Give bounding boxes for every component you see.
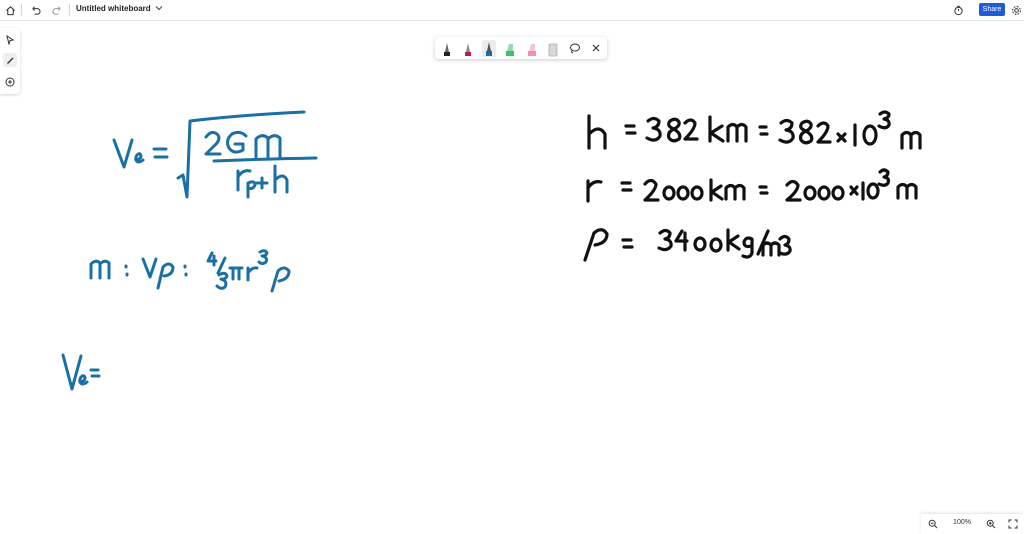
undo-icon[interactable] <box>28 3 42 17</box>
settings-icon[interactable] <box>1009 3 1023 17</box>
whiteboard-canvas[interactable] <box>0 21 1024 534</box>
whiteboard-title[interactable]: Untitled whiteboard <box>76 4 163 13</box>
divider <box>21 4 22 16</box>
zoom-in-icon[interactable] <box>984 517 998 531</box>
home-icon[interactable] <box>3 3 17 17</box>
escape-velocity-result-ink <box>61 353 101 391</box>
redo-icon[interactable] <box>50 3 64 17</box>
escape-velocity-formula-ink <box>112 110 318 199</box>
mass-density-formula-ink <box>89 249 291 293</box>
density-value-ink <box>583 228 792 262</box>
divider <box>69 4 70 16</box>
zoom-out-icon[interactable] <box>926 517 940 531</box>
share-button[interactable]: Share <box>979 3 1005 16</box>
timer-icon[interactable] <box>951 3 965 17</box>
zoom-bar: 100% <box>921 514 1024 534</box>
title-text: Untitled whiteboard <box>76 4 151 13</box>
height-value-ink <box>587 110 922 150</box>
radius-value-ink <box>586 168 918 203</box>
top-bar: Untitled whiteboard Share <box>0 0 1024 21</box>
zoom-level: 100% <box>953 519 971 526</box>
fit-icon[interactable] <box>1006 517 1020 531</box>
chevron-down-icon <box>155 4 163 13</box>
